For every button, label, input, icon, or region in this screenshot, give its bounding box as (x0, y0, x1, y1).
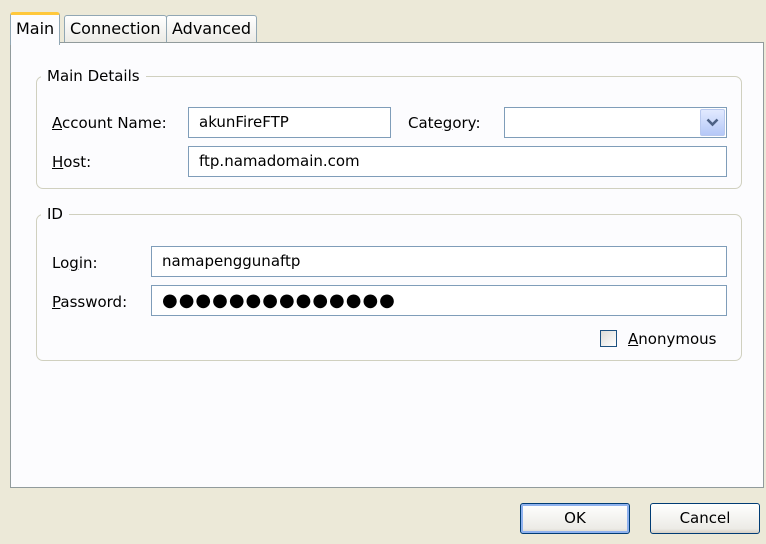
password-label: Password: (52, 293, 128, 311)
category-label: Category: (408, 114, 481, 132)
login-label: Login: (52, 254, 98, 272)
tab-panel-main: Main Details Account Name: akunFireFTP C… (10, 42, 764, 488)
category-select[interactable] (504, 107, 727, 138)
anonymous-checkbox[interactable] (600, 330, 617, 347)
host-label: Host: (52, 153, 92, 171)
chevron-down-icon (706, 108, 719, 137)
ok-button[interactable]: OK (520, 503, 630, 534)
tab-connection[interactable]: Connection (64, 15, 167, 42)
tab-advanced[interactable]: Advanced (166, 15, 258, 42)
cancel-button[interactable]: Cancel (650, 503, 760, 534)
tab-main[interactable]: Main (10, 12, 61, 45)
login-input[interactable]: namapenggunaftp (151, 246, 727, 277)
anonymous-label[interactable]: Anonymous (628, 330, 716, 348)
host-input[interactable]: ftp.namadomain.com (188, 146, 727, 177)
password-input[interactable]: ●●●●●●●●●●●●●● (151, 285, 727, 316)
account-name-label: Account Name: (52, 114, 167, 132)
id-legend: ID (47, 205, 63, 223)
account-name-input[interactable]: akunFireFTP (188, 107, 391, 138)
main-details-legend: Main Details (47, 67, 140, 85)
category-dropdown-button[interactable] (700, 109, 725, 136)
